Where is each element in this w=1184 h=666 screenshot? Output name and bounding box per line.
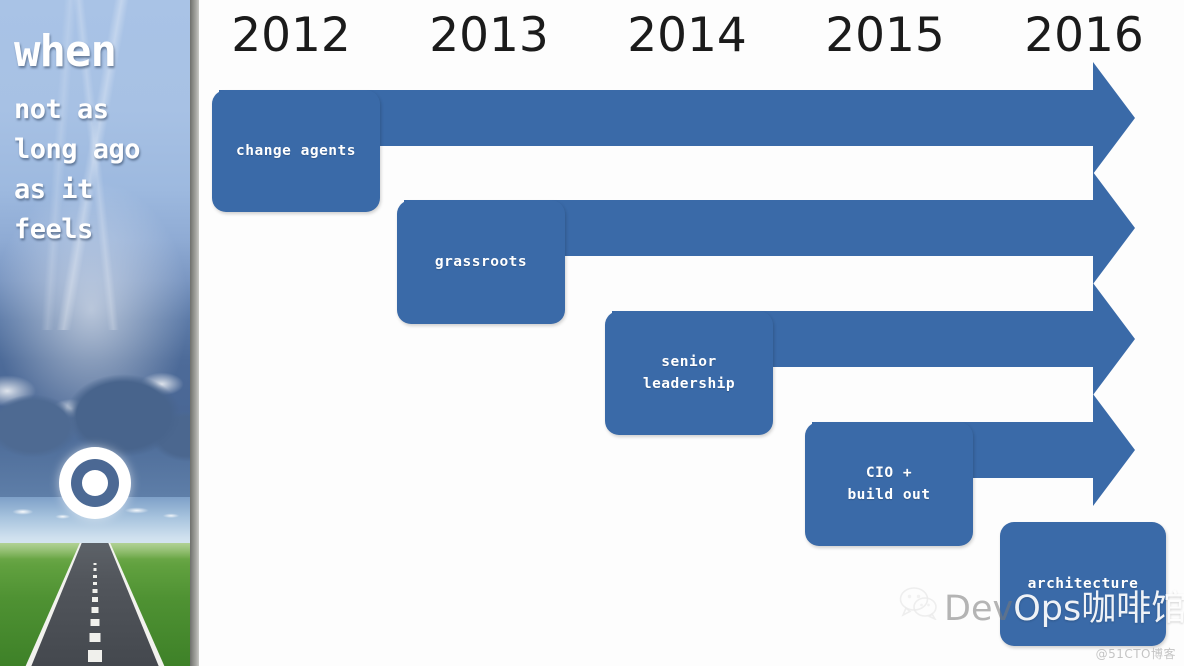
road-dash <box>93 563 97 565</box>
timeline-stage: 2012 2013 2014 2015 2016 change agents g… <box>199 0 1184 666</box>
sidebar-text-block: when not as long ago as it feels <box>14 30 184 250</box>
sidebar-panel: when not as long ago as it feels <box>0 0 190 666</box>
target-center-dot <box>82 470 108 496</box>
road-dash <box>93 582 97 585</box>
slide-canvas: when not as long ago as it feels 2012 20… <box>0 0 1184 666</box>
road-dash <box>93 575 97 578</box>
road-dash <box>91 607 99 613</box>
panel-divider <box>190 0 199 666</box>
target-bullseye-icon <box>59 447 131 519</box>
label-text-cio-build-out: CIO + build out <box>847 464 931 503</box>
arrow-shape-row-4 <box>812 394 1135 506</box>
road-dash <box>88 650 102 662</box>
label-text-architecture: architecture <box>1027 575 1139 592</box>
sidebar-subline: not as long ago as it feels <box>14 94 141 245</box>
road-dash <box>93 568 97 571</box>
road-dash <box>92 597 98 602</box>
sidebar-headline: when <box>14 26 117 77</box>
road-asphalt <box>26 543 164 666</box>
label-box-cio-build-out[interactable]: CIO + build out <box>805 422 973 546</box>
label-box-architecture[interactable]: architecture <box>1000 522 1166 646</box>
road-dash <box>92 589 98 593</box>
road-dash <box>90 619 100 626</box>
road-graphic <box>0 543 190 666</box>
road-dash <box>89 633 101 642</box>
